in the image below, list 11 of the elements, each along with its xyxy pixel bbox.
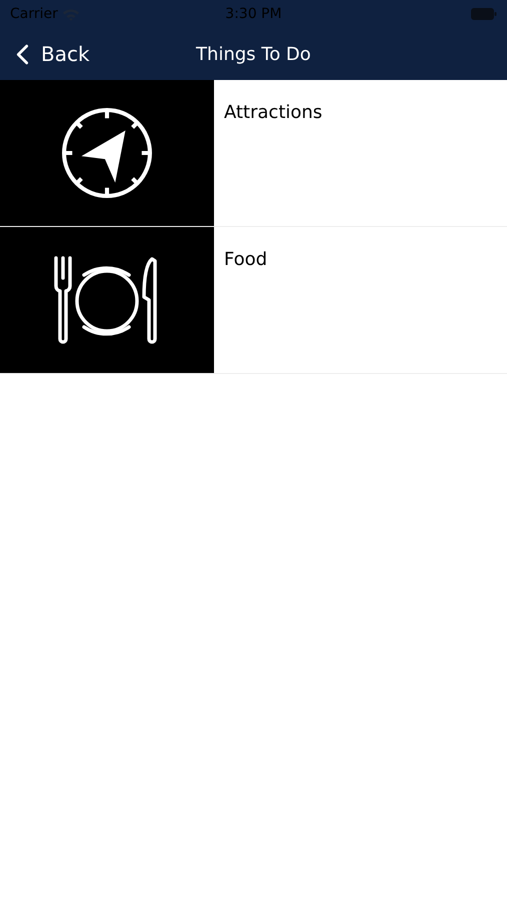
chevron-left-icon: [16, 44, 29, 64]
list-row[interactable]: Attractions: [0, 80, 507, 227]
compass-icon: [61, 107, 153, 199]
battery-icon: [471, 8, 497, 20]
status-time: 3:30 PM: [224, 6, 283, 22]
carrier-label: Carrier: [10, 6, 58, 22]
nav-title: Things To Do: [195, 44, 312, 64]
row-label: Food: [223, 248, 268, 271]
back-button[interactable]: Back: [0, 42, 90, 66]
list-row[interactable]: Food: [0, 227, 507, 374]
row-label: Attractions: [223, 101, 322, 124]
